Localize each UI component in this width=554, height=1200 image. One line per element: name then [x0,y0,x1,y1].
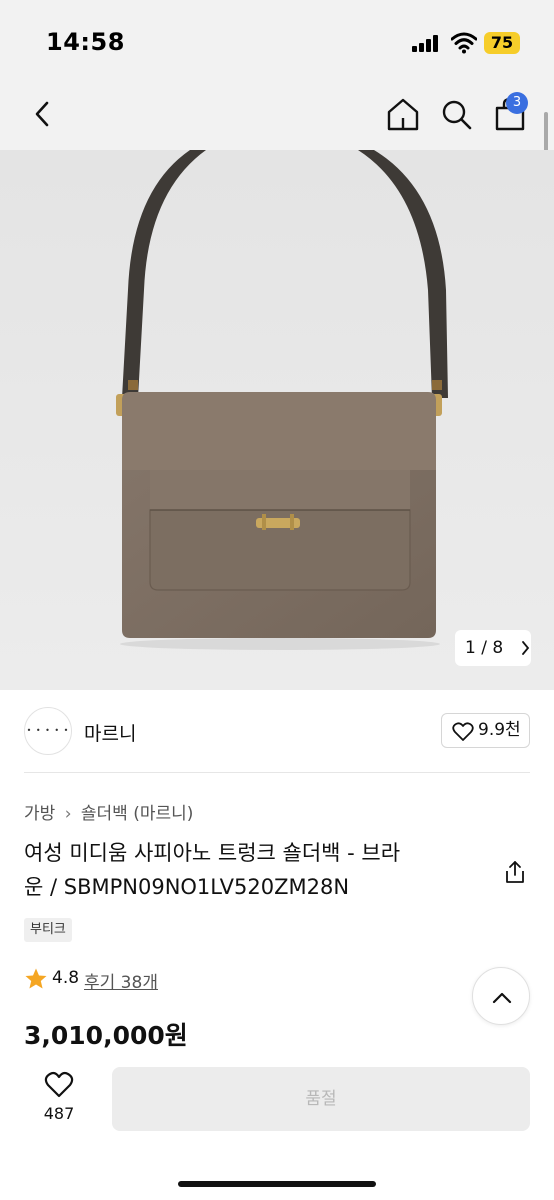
heart-icon[interactable] [44,1071,74,1099]
back-icon[interactable] [22,94,62,134]
breadcrumb-category[interactable]: 가방 [24,804,55,824]
brand-like-button[interactable]: 9.9천 [441,713,530,748]
brand-name[interactable]: 마르니 [84,719,136,746]
reviews-link[interactable]: 후기 38개 [84,968,158,993]
image-pager[interactable]: 1 / 8 [455,630,531,666]
battery-indicator: 75 [484,32,520,54]
chevron-up-icon [492,992,512,1004]
product-title: 여성 미디움 사피아노 트렁크 숄더백 - 브라 운 / SBMPN09NO1L… [24,836,474,904]
brand-logo[interactable]: • • • • • [24,707,72,755]
sold-out-button[interactable]: 품절 [112,1067,530,1131]
status-bar: 14:58 75 [0,0,554,80]
product-image-gallery[interactable]: 1 / 8 [0,150,554,690]
brand-like-count: 9.9천 [478,720,521,740]
search-icon[interactable] [436,94,476,134]
chevron-right-icon: › [64,804,72,824]
heart-icon [452,722,474,741]
cellular-signal-icon [412,34,442,52]
cart-count-badge: 3 [506,92,528,114]
status-time: 14:58 [46,28,125,56]
product-title-line-2: 운 / SBMPN09NO1LV520ZM28N [24,875,350,899]
scroll-to-top-button[interactable] [472,967,530,1025]
share-icon[interactable] [504,860,526,884]
home-indicator [178,1181,376,1187]
boutique-tag: 부티크 [24,918,72,942]
wishlist-count: 487 [43,1104,75,1123]
rating-value: 4.8 [52,968,80,988]
product-price: 3,010,000원 [24,1021,188,1050]
product-title-line-1: 여성 미디움 사피아노 트렁크 숄더백 - 브라 [24,841,401,865]
divider [24,772,530,773]
wifi-icon [451,32,477,54]
star-icon [25,968,47,989]
pager-text: 1 / 8 [465,638,504,658]
home-icon[interactable] [383,94,423,134]
top-nav-bar [0,80,554,150]
breadcrumb-subcategory[interactable]: 숄더백 (마르니) [81,804,194,824]
breadcrumb: 가방 › 숄더백 (마르니) [24,799,193,824]
product-image [0,150,554,690]
